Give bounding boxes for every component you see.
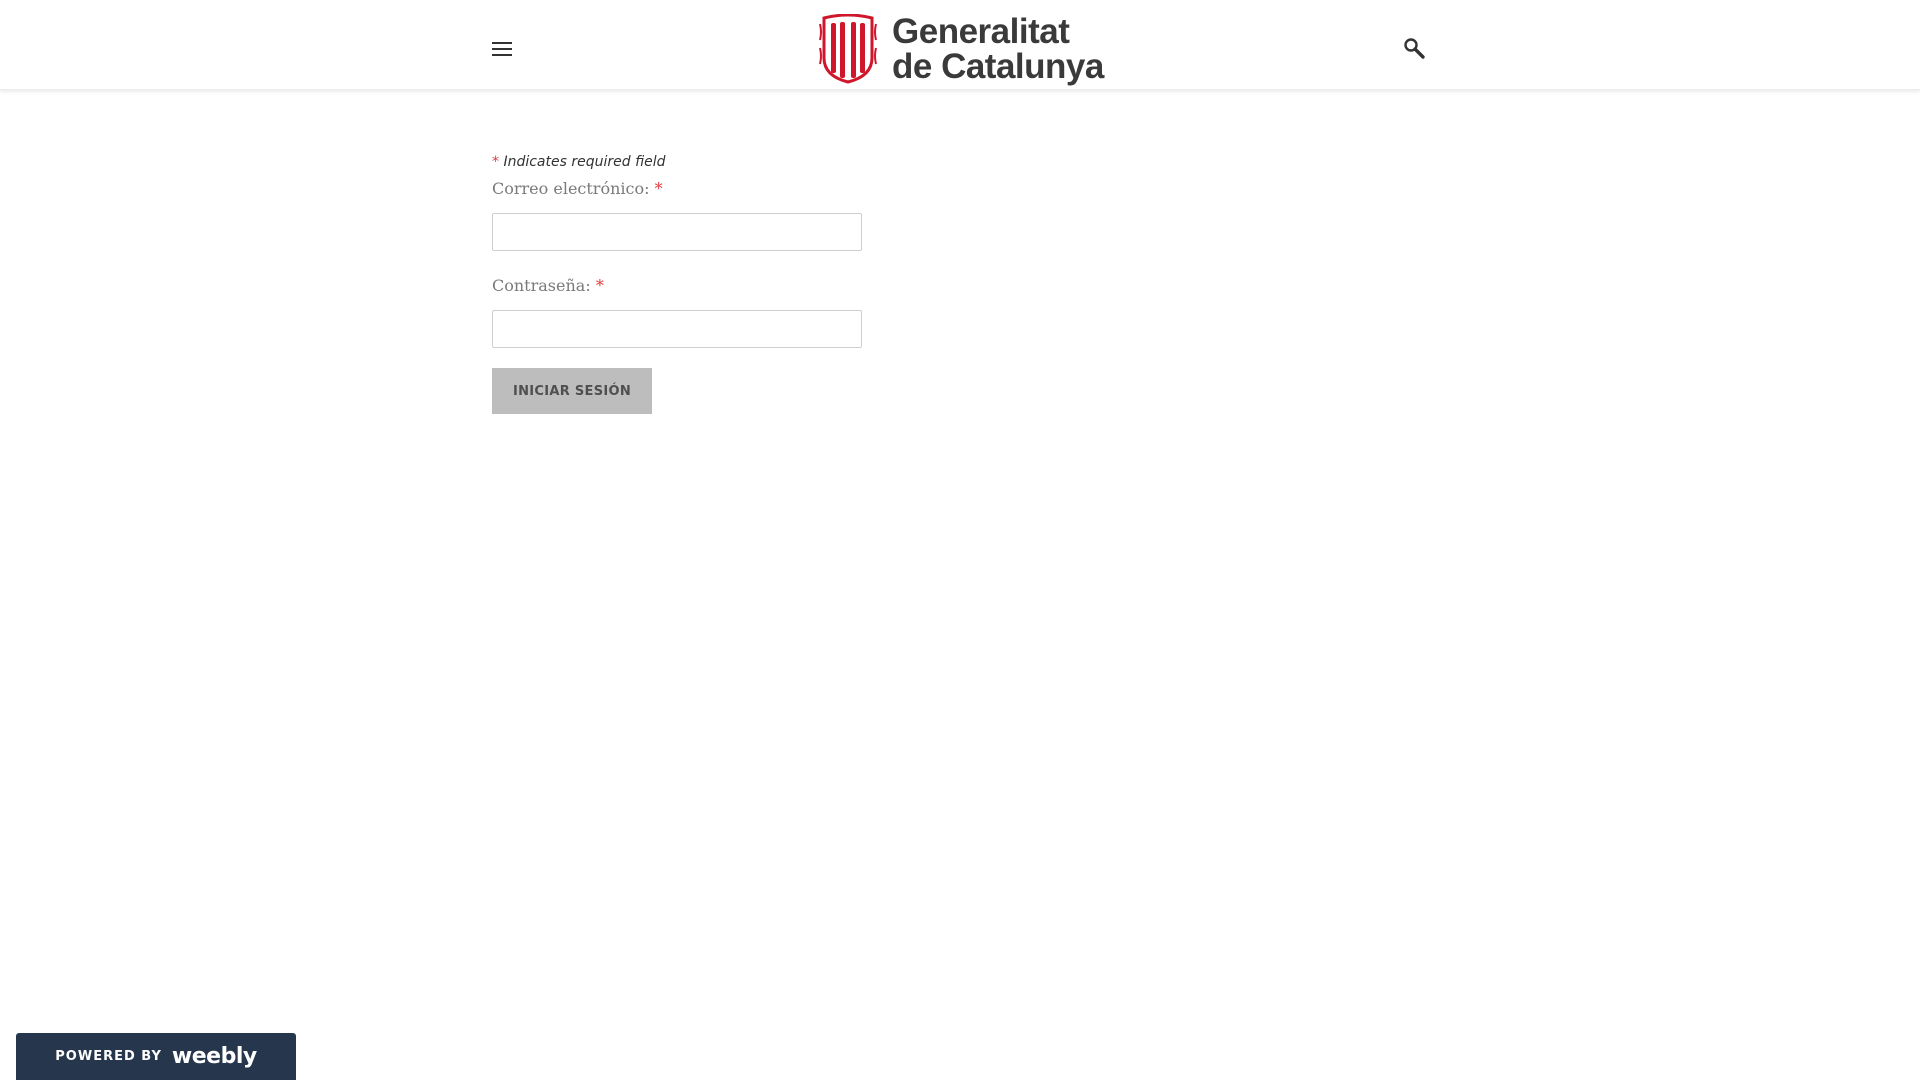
menu-bar-bottom: [492, 54, 512, 56]
logo-line-1: Generalitat: [892, 12, 1070, 51]
password-required-star: *: [595, 276, 604, 295]
hamburger-menu-icon[interactable]: [489, 36, 515, 62]
password-label-text: Contraseña:: [492, 276, 591, 295]
powered-by-label: POWERED BY: [55, 1049, 162, 1064]
email-field[interactable]: [492, 213, 862, 251]
required-note-text: Indicates required field: [499, 154, 666, 170]
password-field[interactable]: [492, 310, 862, 348]
site-header: Generalitat de Catalunya: [0, 0, 1920, 90]
email-label: Correo electrónico: *: [492, 178, 892, 200]
logo-line-2: de Catalunya: [892, 47, 1104, 86]
email-label-text: Correo electrónico:: [492, 179, 650, 198]
menu-bar-middle: [492, 48, 512, 50]
required-field-note: * Indicates required field: [492, 150, 892, 174]
powered-by-weebly-badge[interactable]: POWERED BY weebly: [16, 1033, 296, 1080]
search-icon[interactable]: [1402, 36, 1428, 62]
site-logo[interactable]: Generalitat de Catalunya: [818, 13, 1104, 85]
required-star: *: [492, 154, 499, 170]
password-label: Contraseña: *: [492, 275, 892, 297]
login-button[interactable]: INICIAR SESIÓN: [492, 368, 652, 414]
weebly-logo: weebly: [171, 1044, 257, 1069]
generalitat-emblem-icon: [819, 14, 877, 84]
login-form: * Indicates required field Correo electr…: [492, 150, 892, 414]
logo-text: Generalitat de Catalunya: [892, 14, 1104, 84]
email-required-star: *: [654, 179, 663, 198]
magnifier-search-icon: [1404, 38, 1425, 59]
menu-bar-top: [492, 42, 512, 44]
